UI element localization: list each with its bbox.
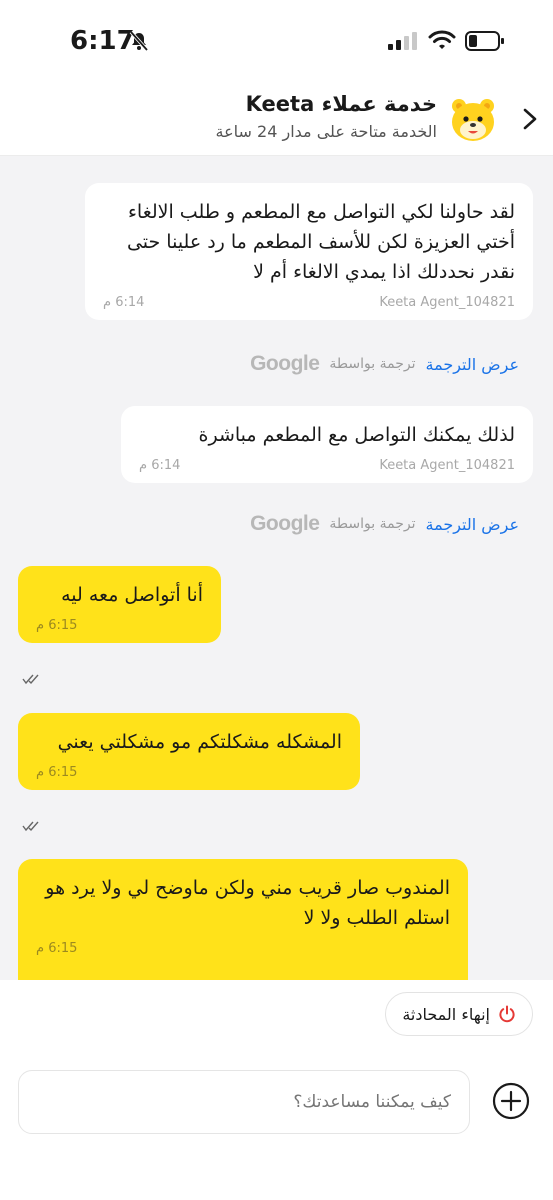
message-text: المندوب صار قريب مني ولكن ماوضح لي ولا ي… [45,877,450,929]
my-message: المشكله مشكلتكم مو مشكلتي يعني 6:15 م [18,713,360,790]
message-time: 6:14 م [103,295,145,310]
power-icon [499,1005,515,1023]
message-time: 6:14 م [139,458,181,473]
agent-message: لقد حاولنا لكي التواصل مع المطعم و طلب ا… [85,183,533,320]
translation-row: عرض الترجمة ترجمة بواسطة Google [250,352,519,376]
keeta-mascot-avatar [452,99,494,141]
status-time: 6:17 [70,26,135,56]
add-attachment-icon[interactable] [492,1082,530,1120]
wifi-icon [428,30,456,49]
message-time: 6:15 م [36,618,78,633]
google-logo: Google [250,512,320,535]
agent-message: لذلك يمكنك التواصل مع المطعم مباشرة 6:14… [121,406,533,483]
chat-title: خدمة عملاء Keeta [245,92,437,116]
my-message: المندوب صار قريب مني ولكن ماوضح لي ولا ي… [18,859,468,999]
bell-muted-icon [129,30,149,52]
agent-name: Keeta Agent_104821 [379,295,515,310]
message-text: المشكله مشكلتكم مو مشكلتي يعني [57,731,342,753]
show-translation-link[interactable]: عرض الترجمة [426,515,520,534]
status-bar: 6:17 [0,0,553,84]
show-translation-link[interactable]: عرض الترجمة [426,355,520,374]
composer-area: إنهاء المحادثة [0,980,553,1200]
end-chat-button[interactable]: إنهاء المحادثة [385,992,533,1036]
google-logo: Google [250,352,320,375]
message-text: لذلك يمكنك التواصل مع المطعم مباشرة [198,424,516,446]
message-time: 6:15 م [36,765,78,780]
double-check-icon [22,674,39,685]
message-input[interactable] [18,1070,470,1134]
translated-by-label: ترجمة بواسطة [329,516,416,532]
chevron-back-icon[interactable] [519,104,541,134]
translated-by-label: ترجمة بواسطة [329,356,416,372]
message-time: 6:15 م [36,941,78,956]
battery-icon [465,31,504,51]
message-text: أنا أتواصل معه ليه [61,584,203,606]
double-check-icon [22,821,39,832]
message-text: لقد حاولنا لكي التواصل مع المطعم و طلب ا… [126,201,515,283]
translation-row: عرض الترجمة ترجمة بواسطة Google [250,512,519,536]
signal-icon [388,32,417,50]
chat-subtitle: الخدمة متاحة على مدار 24 ساعة [215,122,437,141]
chat-header: خدمة عملاء Keeta الخدمة متاحة على مدار 2… [0,84,553,156]
agent-name: Keeta Agent_104821 [379,458,515,473]
end-chat-label: إنهاء المحادثة [402,1004,490,1024]
my-message: أنا أتواصل معه ليه 6:15 م [18,566,221,643]
